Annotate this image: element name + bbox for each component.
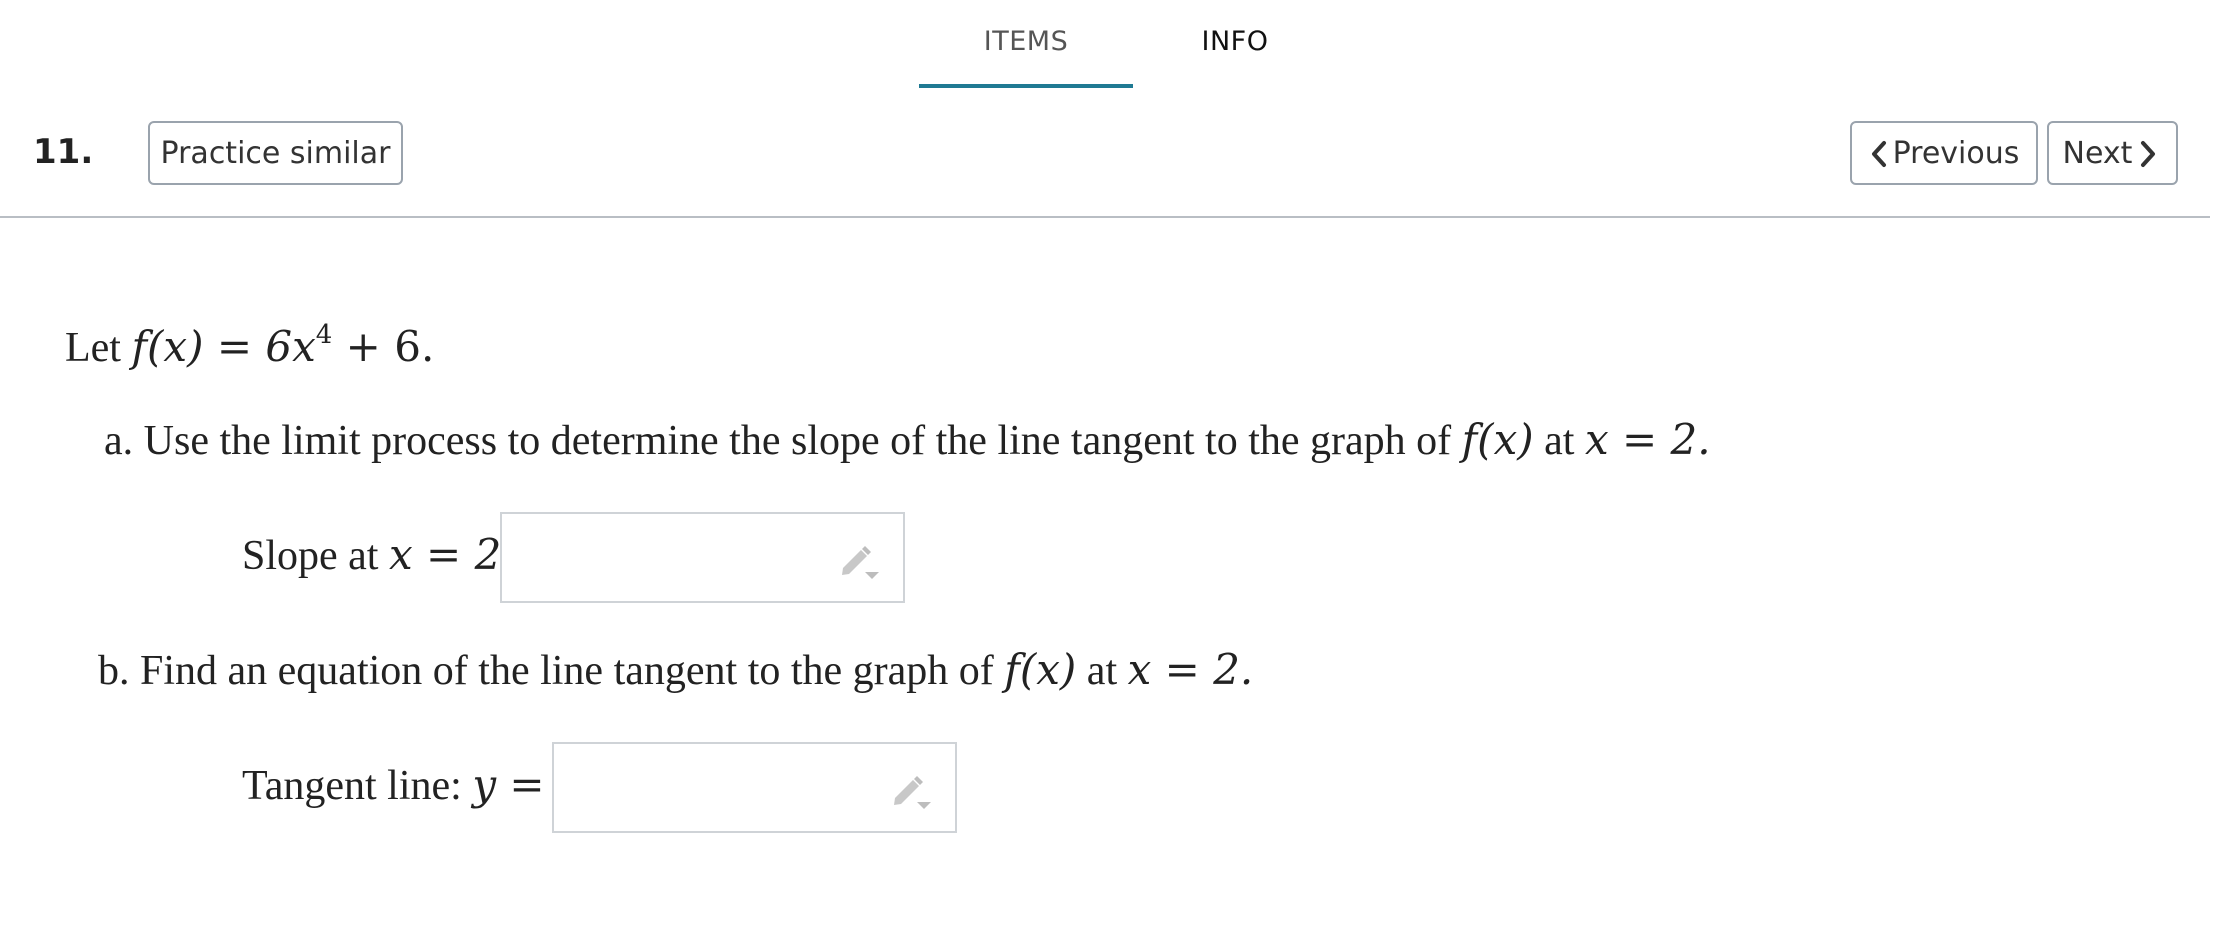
slope-label-text: Slope at <box>242 533 389 579</box>
part-a-marker: a. <box>104 418 134 464</box>
tangent-label-math: y = <box>472 760 545 809</box>
math-editor-icon[interactable] <box>839 542 883 582</box>
part-a-text: Use the limit process to determine the s… <box>143 418 1452 464</box>
math-editor-icon[interactable] <box>891 772 935 812</box>
part-b-text: Find an equation of the line tangent to … <box>140 648 994 694</box>
next-button[interactable]: Next <box>2047 121 2178 185</box>
chevron-right-icon <box>2138 138 2162 168</box>
part-a-fx: f(x) <box>1461 415 1534 464</box>
active-tab-indicator <box>919 84 1133 88</box>
tangent-answer-label: Tangent line: y = <box>242 760 545 810</box>
problem-intro: Let f(x) = 6x4 + 6. <box>65 320 434 372</box>
tab-bar: ITEMS INFO <box>0 0 2224 90</box>
next-label: Next <box>2062 135 2133 171</box>
function-exponent: 4 <box>315 320 333 350</box>
chevron-left-icon <box>1869 138 1893 168</box>
intro-prefix: Let <box>65 325 132 371</box>
tangent-answer-input[interactable] <box>552 742 957 833</box>
function-tail: + 6. <box>332 322 435 371</box>
tab-info[interactable]: INFO <box>1176 26 1294 90</box>
part-a-question: a. Use the limit process to determine th… <box>104 415 1711 465</box>
previous-label: Previous <box>1892 135 2020 171</box>
practice-similar-button[interactable]: Practice similar <box>148 121 403 185</box>
toolbar-divider <box>0 216 2210 218</box>
tangent-label-text: Tangent line: <box>242 763 473 809</box>
part-a-x: x = 2. <box>1584 415 1711 464</box>
practice-similar-label: Practice similar <box>160 135 391 171</box>
slope-answer-input[interactable] <box>500 512 905 603</box>
part-b-x: x = 2. <box>1127 645 1254 694</box>
part-b-marker: b. <box>98 648 130 694</box>
function-definition: f(x) = 6x <box>131 322 316 371</box>
tab-items[interactable]: ITEMS <box>919 26 1133 90</box>
part-b-fx: f(x) <box>1004 645 1077 694</box>
previous-button[interactable]: Previous <box>1850 121 2038 185</box>
part-b-question: b. Find an equation of the line tangent … <box>98 645 1253 695</box>
part-b-at: at <box>1076 648 1128 694</box>
slope-label-math: x = 2: <box>388 530 516 579</box>
part-a-at: at <box>1533 418 1585 464</box>
question-number: 11. <box>33 132 94 172</box>
slope-answer-label: Slope at x = 2: <box>242 530 515 580</box>
